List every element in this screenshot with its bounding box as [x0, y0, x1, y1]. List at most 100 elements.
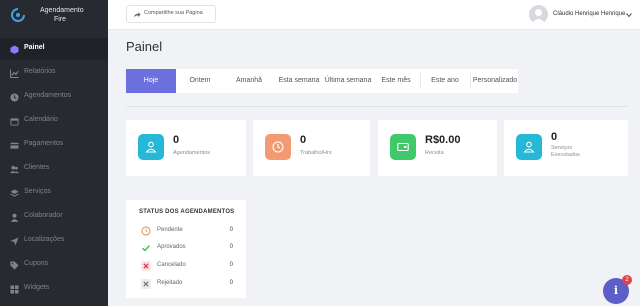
send-icon: [10, 237, 19, 246]
clock-icon: [10, 93, 19, 102]
status-row-rejeitado: Rejeitado 0: [139, 277, 235, 291]
status-row-cancelado: Cancelado 0: [139, 259, 235, 273]
check-icon: [141, 244, 151, 252]
user-avatar-icon: [531, 9, 546, 24]
status-card-title: STATUS DOS AGENDAMENTOS: [139, 209, 235, 215]
share-icon: [133, 12, 141, 18]
stat-label: Serviços Executados: [551, 145, 580, 158]
stat-icon-box: [138, 134, 164, 160]
tag-icon: [10, 261, 19, 270]
stat-icon-box: [390, 134, 416, 160]
appointment-status-card: STATUS DOS AGENDAMENTOS Pendente 0 Aprov…: [126, 200, 246, 298]
date-filter-tabs: Hoje Ontem Amanhã Esta semana Última sem…: [126, 69, 518, 93]
user-name: Cláudio Henrique Henrique: [553, 11, 626, 17]
stat-value: 0: [551, 131, 558, 143]
sidebar-item-label: Serviços: [24, 188, 51, 195]
chart-icon: [10, 69, 19, 78]
sidebar-item-label: Painel: [24, 44, 45, 51]
status-label: Cancelado: [157, 262, 186, 268]
stat-label: Receita: [425, 150, 444, 156]
share-page-button[interactable]: Compartilhe sua Página: [126, 5, 216, 23]
sidebar-item-painel[interactable]: Painel: [0, 38, 108, 60]
users-icon: [10, 165, 19, 174]
sidebar-item-label: Cupons: [24, 260, 49, 267]
divider: [126, 106, 628, 107]
page-title: Painel: [126, 39, 163, 54]
sidebar-item-pagamentos[interactable]: Pagamentos: [0, 134, 108, 156]
status-label: Rejeitado: [157, 280, 183, 286]
brand[interactable]: Agendamento Fire: [10, 4, 106, 26]
filter-divider: [470, 73, 471, 89]
user-icon: [10, 213, 19, 222]
brand-name: Agendamento: [40, 7, 84, 14]
stat-value: R$0.00: [425, 134, 461, 146]
stat-label: Agendamentos: [173, 150, 210, 156]
stat-card-servicos: 0 Serviços Executados: [504, 120, 628, 176]
notification-badge: 2: [622, 275, 632, 285]
status-value: 0: [229, 280, 233, 286]
status-value: 0: [229, 227, 233, 233]
sidebar-item-relatorios[interactable]: Relatórios: [0, 62, 108, 84]
reject-icon: [141, 279, 151, 289]
sidebar-item-label: Colaborador: [24, 212, 63, 219]
tab-ultima-semana[interactable]: Última semana: [324, 69, 372, 93]
stat-card-agendamentos: 0 Agendamentos: [126, 120, 246, 176]
sidebar-item-label: Localizações: [24, 236, 65, 243]
stat-value: 0: [173, 134, 180, 146]
help-button[interactable]: i 2: [603, 275, 632, 304]
user-icon: [523, 141, 535, 153]
status-value: 0: [229, 262, 233, 268]
sidebar-item-label: Pagamentos: [24, 140, 64, 147]
calendar-icon: [10, 118, 19, 126]
clock-icon: [272, 141, 284, 153]
pending-icon: [141, 226, 151, 236]
sidebar-item-calendario[interactable]: Calendário: [0, 110, 108, 132]
tab-amanha[interactable]: Amanhã: [226, 69, 272, 93]
sidebar-item-label: Relatórios: [24, 68, 56, 75]
widget-icon: [10, 285, 19, 294]
tab-esta-semana[interactable]: Esta semana: [276, 69, 322, 93]
logo-icon: [11, 8, 25, 22]
tab-ontem[interactable]: Ontem: [178, 69, 222, 93]
status-row-pendente: Pendente 0: [139, 224, 235, 238]
tab-hoje[interactable]: Hoje: [126, 69, 176, 93]
status-label: Aprovados: [157, 244, 186, 250]
status-row-aprovados: Aprovados 0: [139, 241, 235, 255]
tab-este-mes[interactable]: Este mês: [376, 69, 416, 93]
share-page-label: Compartilhe sua Página: [144, 10, 203, 16]
brand-subname: Fire: [54, 16, 67, 23]
chevron-down-icon: [626, 13, 632, 18]
tab-personalizado[interactable]: Personalizado: [472, 69, 518, 93]
avatar: [529, 5, 548, 24]
card-icon: [10, 142, 19, 149]
sidebar-item-label: Clientes: [24, 164, 50, 171]
sidebar-item-label: Widgets: [24, 284, 50, 291]
stat-value: 0: [300, 134, 307, 146]
money-icon: [397, 142, 409, 152]
stat-card-trabalho: 0 Trabalho/Hrs: [253, 120, 370, 176]
layers-icon: [10, 189, 19, 197]
tab-este-ano[interactable]: Este ano: [423, 69, 467, 93]
user-menu[interactable]: Cláudio Henrique Henrique: [529, 5, 639, 25]
sidebar-item-localizacoes[interactable]: Localizações: [0, 230, 108, 252]
cancel-icon: [141, 261, 151, 271]
sidebar-item-agendamentos[interactable]: Agendamentos: [0, 86, 108, 108]
stat-card-receita: R$0.00 Receita: [378, 120, 497, 176]
user-icon: [145, 141, 157, 153]
sidebar-item-colaborador[interactable]: Colaborador: [0, 206, 108, 228]
cube-icon: [10, 45, 19, 54]
sidebar-item-cupons[interactable]: Cupons: [0, 254, 108, 276]
status-label: Pendente: [157, 227, 183, 233]
sidebar: Agendamento Fire Painel Relatórios Agend…: [0, 0, 108, 306]
sidebar-item-servicos[interactable]: Serviços: [0, 182, 108, 204]
sidebar-item-widgets[interactable]: Widgets: [0, 278, 108, 300]
sidebar-item-label: Agendamentos: [24, 92, 72, 99]
stat-label: Trabalho/Hrs: [300, 150, 332, 156]
sidebar-item-label: Calendário: [24, 116, 58, 123]
stat-icon-box: [265, 134, 291, 160]
sidebar-item-clientes[interactable]: Clientes: [0, 158, 108, 180]
topbar: Compartilhe sua Página Cláudio Henrique …: [108, 0, 640, 30]
filter-divider: [420, 73, 421, 89]
status-value: 0: [229, 244, 233, 250]
info-icon: i: [613, 284, 619, 297]
